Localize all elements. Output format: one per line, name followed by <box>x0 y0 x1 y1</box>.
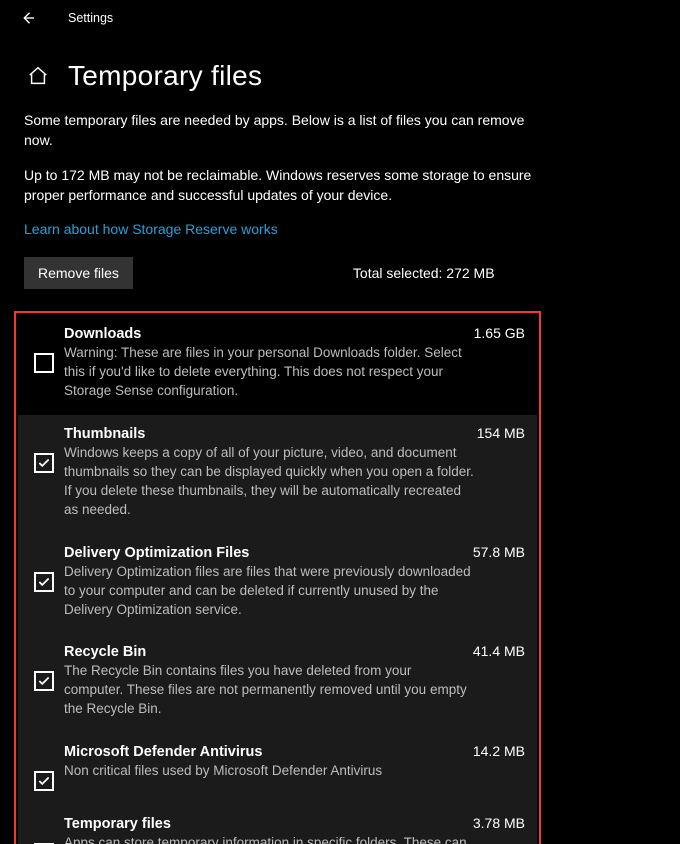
category-header: Temporary files 3.78 MB <box>64 815 525 832</box>
intro-line-1: Some temporary files are needed by apps.… <box>24 110 536 151</box>
storage-reserve-link[interactable]: Learn about how Storage Reserve works <box>24 221 278 237</box>
category-checkbox[interactable] <box>34 771 54 791</box>
category-header: Thumbnails 154 MB <box>64 425 525 442</box>
window-title: Settings <box>68 11 113 25</box>
action-row: Remove files Total selected: 272 MB <box>24 257 536 289</box>
category-size: 3.78 MB <box>473 815 525 831</box>
checkbox-column <box>30 743 58 791</box>
category-checkbox[interactable] <box>34 453 54 473</box>
category-size: 41.4 MB <box>473 643 525 659</box>
category-size: 14.2 MB <box>473 743 525 759</box>
file-category-item: Delivery Optimization Files57.8 MBDelive… <box>18 534 537 634</box>
title-bar: Settings <box>0 0 680 36</box>
intro-line-2: Up to 172 MB may not be reclaimable. Win… <box>24 165 536 206</box>
checkbox-column <box>30 325 58 401</box>
category-checkbox[interactable] <box>34 572 54 592</box>
category-header: Recycle Bin 41.4 MB <box>64 643 525 660</box>
file-category-item: Thumbnails 154 MBWindows keeps a copy of … <box>18 415 537 534</box>
page-header: Temporary files <box>0 36 680 100</box>
remove-files-button[interactable]: Remove files <box>24 257 133 289</box>
category-size: 154 MB <box>477 425 525 441</box>
category-title: Downloads <box>64 326 141 342</box>
category-text: Temporary files 3.78 MB Apps can store tem… <box>58 815 525 844</box>
category-description: Apps can store temporary information in … <box>64 834 474 844</box>
home-button[interactable] <box>24 62 52 90</box>
file-categories-highlight: Downloads 1.65 GBWarning: These are files… <box>14 311 541 844</box>
file-category-item: Downloads 1.65 GBWarning: These are files… <box>18 315 537 415</box>
category-description: The Recycle Bin contains files you have … <box>64 662 474 719</box>
back-button[interactable] <box>14 4 42 32</box>
file-category-item: Recycle Bin 41.4 MB The Recycle Bin contai… <box>18 633 537 733</box>
category-text: Thumbnails 154 MBWindows keeps a copy of … <box>58 425 525 520</box>
category-title: Thumbnails <box>64 426 145 442</box>
category-text: Microsoft Defender Antivirus 14.2 MB Non c… <box>58 743 525 791</box>
file-category-item: Microsoft Defender Antivirus 14.2 MB Non c… <box>18 733 537 805</box>
checkbox-column <box>30 815 58 844</box>
category-description: Windows keeps a copy of all of your pict… <box>64 444 474 520</box>
category-header: Microsoft Defender Antivirus 14.2 MB <box>64 743 525 760</box>
checkbox-column <box>30 544 58 620</box>
checkbox-column <box>30 425 58 520</box>
checkbox-column <box>30 643 58 719</box>
arrow-left-icon <box>19 9 37 27</box>
file-categories-list: Downloads 1.65 GBWarning: These are files… <box>18 315 537 844</box>
category-checkbox[interactable] <box>34 353 54 373</box>
category-header: Delivery Optimization Files 57.8 MB <box>64 544 525 561</box>
category-title: Temporary files <box>64 816 171 832</box>
category-text: Delivery Optimization Files57.8 MBDelive… <box>58 544 525 620</box>
file-category-item: Temporary files 3.78 MB Apps can store tem… <box>18 805 537 844</box>
intro-text: Some temporary files are needed by apps.… <box>24 110 536 239</box>
page-title: Temporary files <box>68 60 262 92</box>
content-area: Some temporary files are needed by apps.… <box>0 100 560 844</box>
category-title: Recycle Bin <box>64 644 146 660</box>
category-size: 57.8 MB <box>473 544 525 560</box>
category-title: Delivery Optimization Files <box>64 545 249 561</box>
category-title: Microsoft Defender Antivirus <box>64 744 262 760</box>
home-icon <box>27 65 49 87</box>
category-text: Downloads 1.65 GBWarning: These are files… <box>58 325 525 401</box>
category-description: Non critical files used by Microsoft Def… <box>64 762 474 781</box>
total-selected-label: Total selected: 272 MB <box>353 265 495 281</box>
category-checkbox[interactable] <box>34 671 54 691</box>
category-text: Recycle Bin 41.4 MB The Recycle Bin contai… <box>58 643 525 719</box>
category-header: Downloads 1.65 GB <box>64 325 525 342</box>
category-size: 1.65 GB <box>474 325 525 341</box>
category-description: Delivery Optimization files are files th… <box>64 563 474 620</box>
category-description: Warning: These are files in your persona… <box>64 344 474 401</box>
